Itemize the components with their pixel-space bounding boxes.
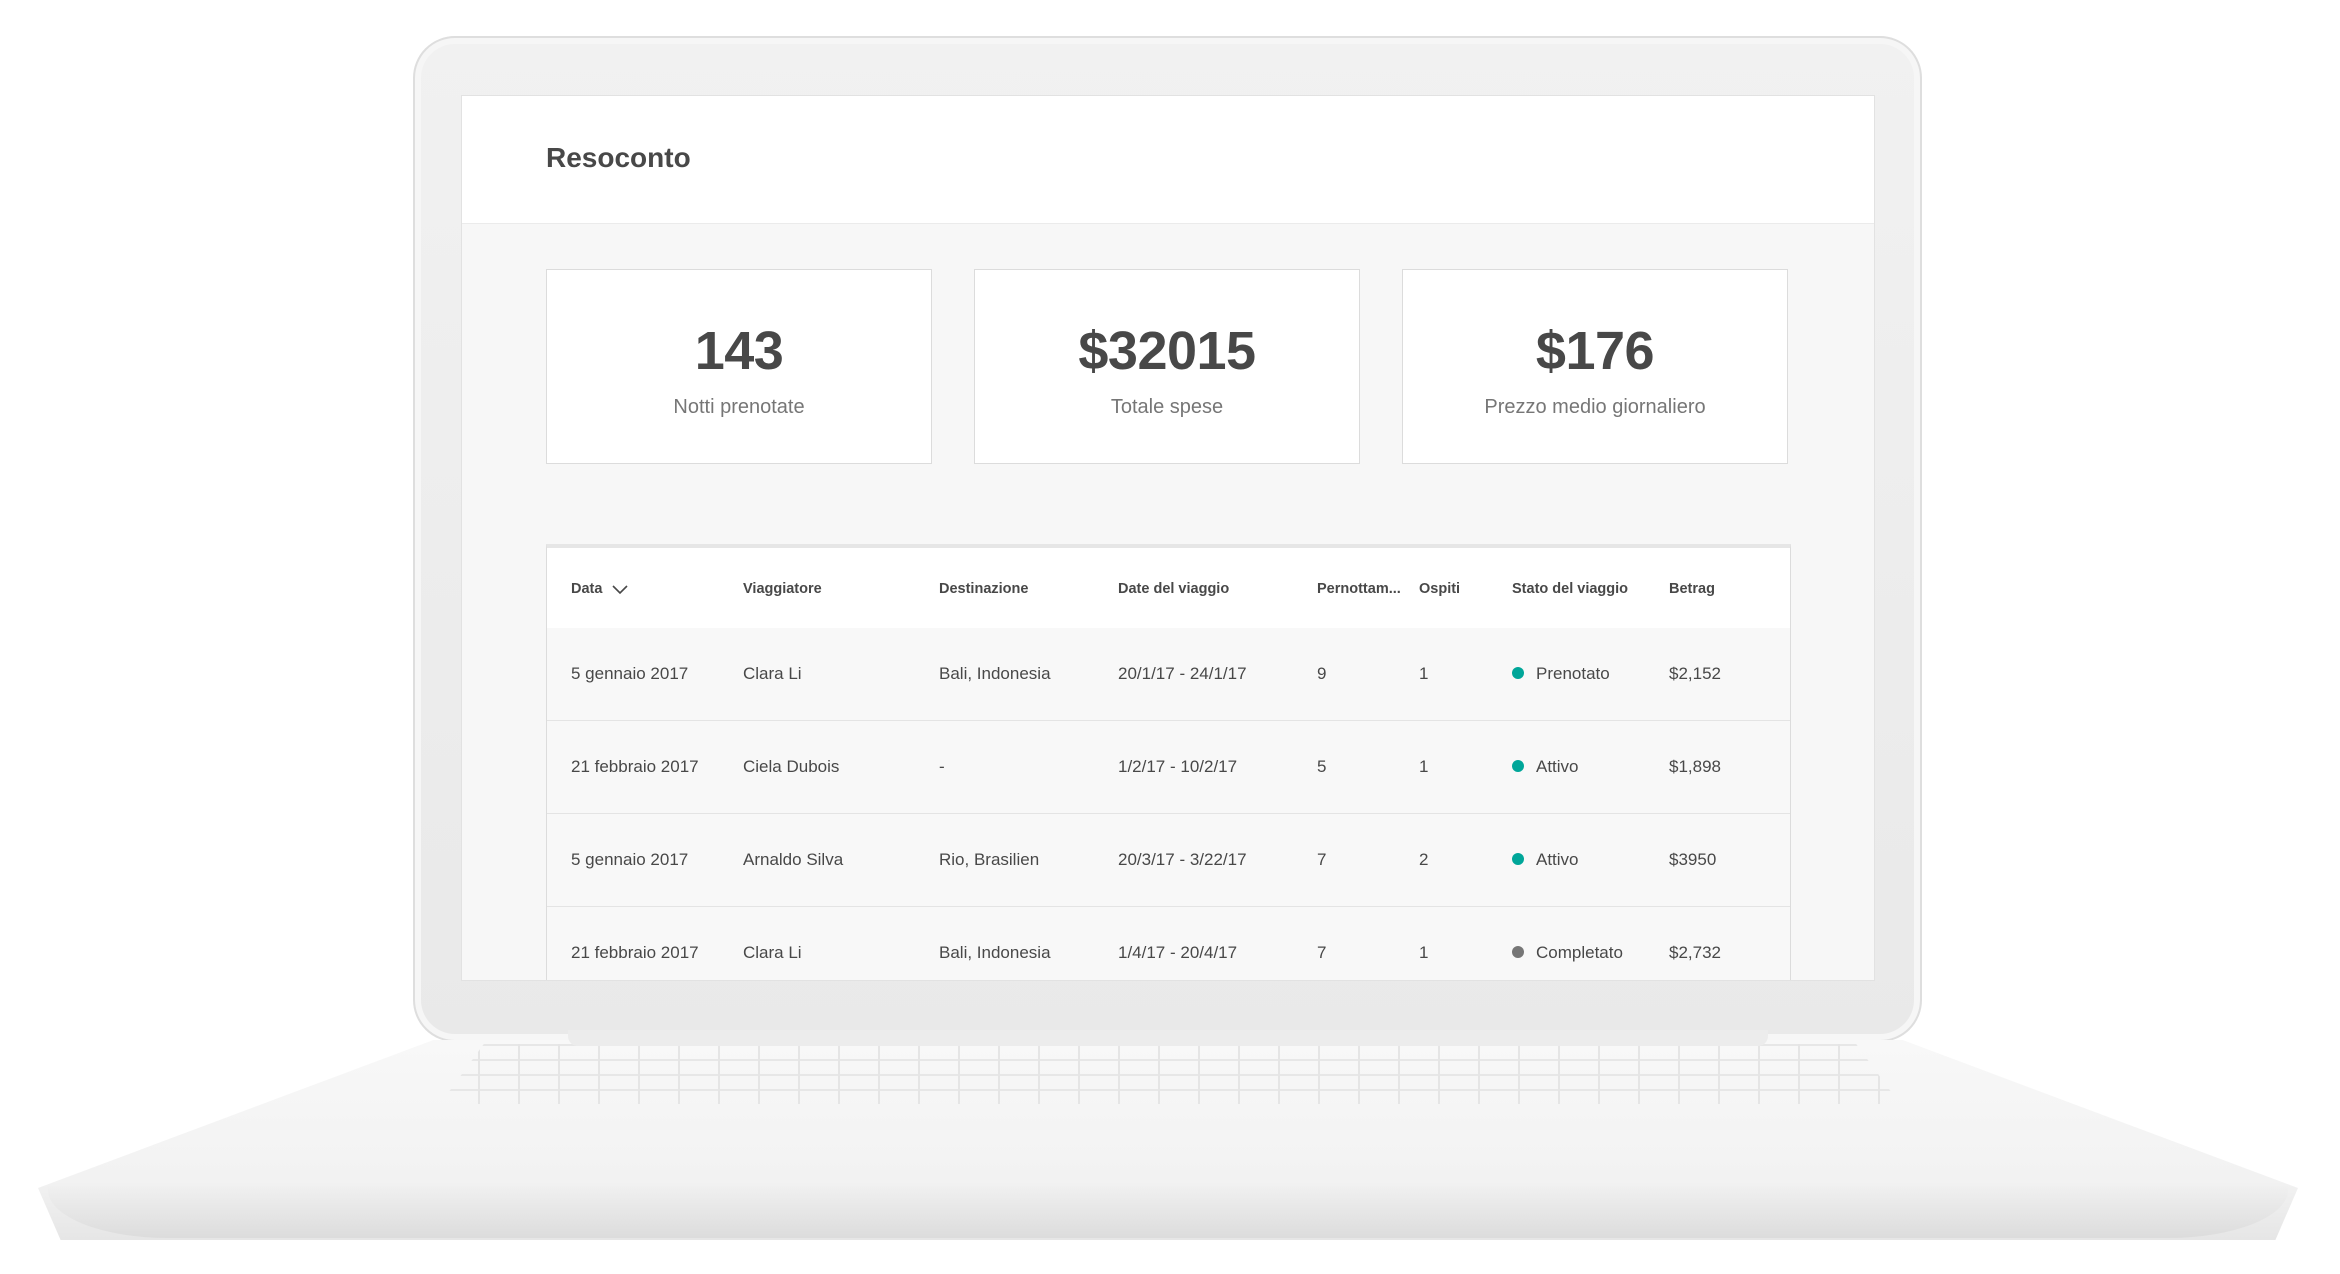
- cell-amount: $3950: [1669, 850, 1717, 869]
- trips-table: Data Viaggiatore Destinazione Date del v…: [546, 544, 1791, 980]
- column-header-nights[interactable]: Pernottam...: [1317, 581, 1401, 597]
- laptop-base-edge: [48, 1186, 2288, 1238]
- status-dot-icon: [1512, 667, 1524, 679]
- cell-destination: -: [939, 757, 945, 776]
- column-header-status[interactable]: Stato del viaggio: [1512, 581, 1628, 597]
- cell-trip-dates: 20/3/17 - 3/22/17: [1118, 850, 1247, 869]
- cell-destination: Rio, Brasilien: [939, 850, 1040, 869]
- stat-value: $32015: [1078, 321, 1256, 381]
- chevron-down-icon[interactable]: [612, 583, 629, 599]
- status-label: Completato: [1536, 943, 1623, 962]
- table-row[interactable]: 21 febbraio 2017 Clara Li Bali, Indonesi…: [547, 907, 1790, 980]
- cell-status: Attivo: [1512, 850, 1579, 870]
- table-header: Data Viaggiatore Destinazione Date del v…: [547, 548, 1790, 629]
- column-header-label: Data: [571, 581, 603, 597]
- page-title: Resoconto: [546, 142, 691, 173]
- cell-trip-dates: 20/1/17 - 24/1/17: [1118, 664, 1247, 683]
- stat-label: Prezzo medio giornaliero: [1484, 396, 1706, 418]
- screen: Resoconto 143 Notti prenotate $32015 Tot…: [461, 95, 1875, 981]
- cell-amount: $2,732: [1669, 943, 1721, 962]
- cell-traveler: Clara Li: [743, 664, 802, 683]
- cell-date: 5 gennaio 2017: [571, 850, 689, 869]
- cell-traveler: Clara Li: [743, 943, 802, 962]
- cell-guests: 1: [1419, 664, 1429, 683]
- column-header-guests[interactable]: Ospiti: [1419, 581, 1460, 597]
- cell-guests: 1: [1419, 943, 1429, 962]
- cell-nights: 7: [1317, 943, 1327, 962]
- column-header-destination[interactable]: Destinazione: [939, 581, 1028, 597]
- cell-guests: 1: [1419, 757, 1429, 776]
- cell-date: 21 febbraio 2017: [571, 943, 699, 962]
- table-row[interactable]: 5 gennaio 2017 Arnaldo Silva Rio, Brasil…: [547, 814, 1790, 907]
- status-label: Attivo: [1536, 757, 1579, 776]
- stat-card-avg-daily-price: $176 Prezzo medio giornaliero: [1402, 269, 1788, 464]
- cell-amount: $2,152: [1669, 664, 1721, 683]
- column-header-traveler[interactable]: Viaggiatore: [743, 581, 822, 597]
- status-dot-icon: [1512, 853, 1524, 865]
- table-row[interactable]: 21 febbraio 2017 Ciela Dubois - 1/2/17 -…: [547, 721, 1790, 814]
- laptop-hinge: [568, 1030, 1768, 1046]
- column-header-amount[interactable]: Betrag: [1669, 581, 1715, 597]
- status-label: Prenotato: [1536, 664, 1610, 683]
- status-label: Attivo: [1536, 850, 1579, 869]
- cell-status: Prenotato: [1512, 664, 1610, 684]
- status-dot-icon: [1512, 946, 1524, 958]
- laptop-keyboard: [440, 1044, 1900, 1104]
- cell-traveler: Ciela Dubois: [743, 757, 840, 776]
- stat-label: Notti prenotate: [673, 396, 805, 418]
- cell-trip-dates: 1/4/17 - 20/4/17: [1118, 943, 1238, 962]
- cell-destination: Bali, Indonesia: [939, 943, 1051, 962]
- page-header: Resoconto: [462, 96, 1874, 224]
- table-row[interactable]: 5 gennaio 2017 Clara Li Bali, Indonesia …: [547, 628, 1790, 721]
- column-header-trip-dates[interactable]: Date del viaggio: [1118, 581, 1229, 597]
- cell-destination: Bali, Indonesia: [939, 664, 1051, 683]
- cell-nights: 9: [1317, 664, 1327, 683]
- stat-value: 143: [694, 321, 784, 381]
- cell-traveler: Arnaldo Silva: [743, 850, 844, 869]
- cell-trip-dates: 1/2/17 - 10/2/17: [1118, 757, 1238, 776]
- cell-guests: 2: [1419, 850, 1429, 869]
- cell-amount: $1,898: [1669, 757, 1721, 776]
- status-dot-icon: [1512, 760, 1524, 772]
- column-header-date[interactable]: Data: [571, 581, 629, 599]
- cell-nights: 5: [1317, 757, 1327, 776]
- stat-label: Totale spese: [1110, 396, 1224, 418]
- stat-card-nights: 143 Notti prenotate: [546, 269, 932, 464]
- cell-nights: 7: [1317, 850, 1327, 869]
- cell-status: Attivo: [1512, 757, 1579, 777]
- cell-status: Completato: [1512, 943, 1623, 963]
- stat-card-total-spend: $32015 Totale spese: [974, 269, 1360, 464]
- cell-date: 21 febbraio 2017: [571, 757, 699, 776]
- cell-date: 5 gennaio 2017: [571, 664, 689, 683]
- stat-value: $176: [1535, 321, 1655, 381]
